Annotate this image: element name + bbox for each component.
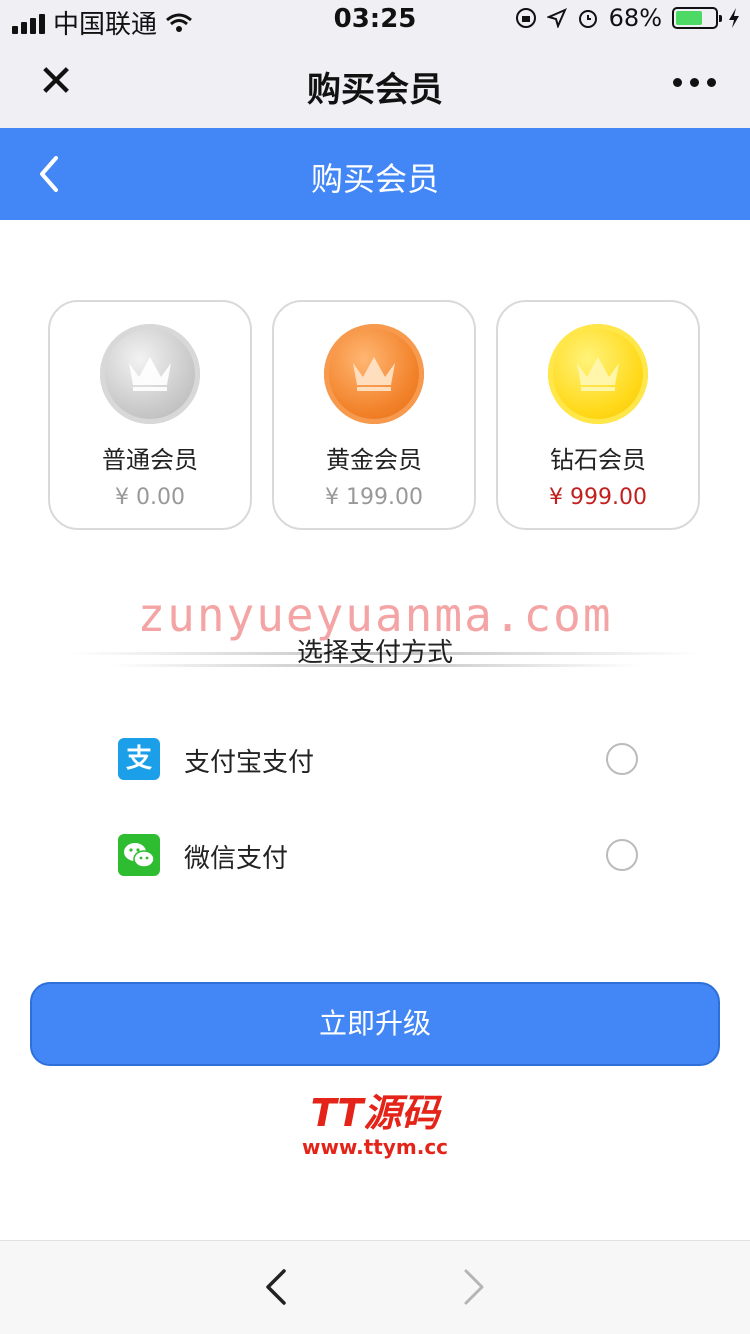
radio-button[interactable] bbox=[606, 743, 638, 775]
charging-icon bbox=[729, 8, 739, 28]
brand-logo: TT源码 bbox=[310, 1091, 440, 1135]
alipay-icon: 支 bbox=[118, 738, 160, 780]
tier-price: ¥ 0.00 bbox=[115, 485, 185, 510]
more-options-icon[interactable] bbox=[673, 78, 716, 87]
page-title: 购买会员 bbox=[310, 160, 439, 198]
tier-name: 黄金会员 bbox=[326, 446, 422, 474]
bronze-crown-coin-icon bbox=[324, 324, 424, 424]
tier-price: ¥ 999.00 bbox=[549, 485, 647, 510]
nav-back-icon[interactable] bbox=[262, 1267, 290, 1307]
payment-option-wechat[interactable]: 微信支付 bbox=[118, 834, 638, 880]
watermark-text: zunyueyuanma.com bbox=[137, 588, 613, 642]
silver-crown-coin-icon bbox=[100, 324, 200, 424]
battery-icon bbox=[672, 7, 722, 29]
wechat-nav-title: 购买会员 bbox=[307, 70, 443, 110]
payment-option-alipay[interactable]: 支 支付宝支付 bbox=[118, 738, 638, 784]
browser-bottom-bar bbox=[0, 1240, 750, 1334]
tier-card-regular[interactable]: 普通会员 ¥ 0.00 bbox=[48, 300, 252, 530]
orientation-lock-icon bbox=[515, 8, 536, 28]
status-right: 68% bbox=[515, 4, 740, 32]
gold-crown-coin-icon bbox=[548, 324, 648, 424]
tier-name: 钻石会员 bbox=[550, 446, 646, 474]
divider bbox=[70, 652, 700, 655]
brand-url: www.ttym.cc bbox=[301, 1135, 449, 1159]
page-header: 购买会员 bbox=[0, 128, 750, 220]
alarm-icon bbox=[578, 10, 597, 28]
payment-option-label: 支付宝支付 bbox=[184, 748, 315, 778]
tier-cards: 普通会员 ¥ 0.00 黄金会员 ¥ 199.00 钻石会员 ¥ 999.00 bbox=[48, 300, 704, 530]
tier-card-gold[interactable]: 黄金会员 ¥ 199.00 bbox=[272, 300, 476, 530]
brand-watermark: TT源码 www.ttym.cc bbox=[0, 1082, 750, 1159]
radio-button[interactable] bbox=[606, 839, 638, 871]
payment-option-label: 微信支付 bbox=[184, 844, 289, 874]
location-icon bbox=[546, 8, 567, 28]
tier-price: ¥ 199.00 bbox=[325, 485, 423, 510]
divider bbox=[110, 664, 640, 667]
wechat-nav-bar: ✕ 购买会员 bbox=[0, 40, 750, 128]
tier-card-diamond[interactable]: 钻石会员 ¥ 999.00 bbox=[496, 300, 700, 530]
nav-forward-icon[interactable] bbox=[460, 1267, 488, 1307]
tier-name: 普通会员 bbox=[102, 446, 198, 474]
battery-percent: 68% bbox=[608, 4, 662, 32]
wechat-pay-icon bbox=[118, 834, 160, 876]
status-bar: 中国联通 03:25 68% bbox=[0, 0, 750, 40]
upgrade-button[interactable]: 立即升级 bbox=[30, 982, 720, 1066]
